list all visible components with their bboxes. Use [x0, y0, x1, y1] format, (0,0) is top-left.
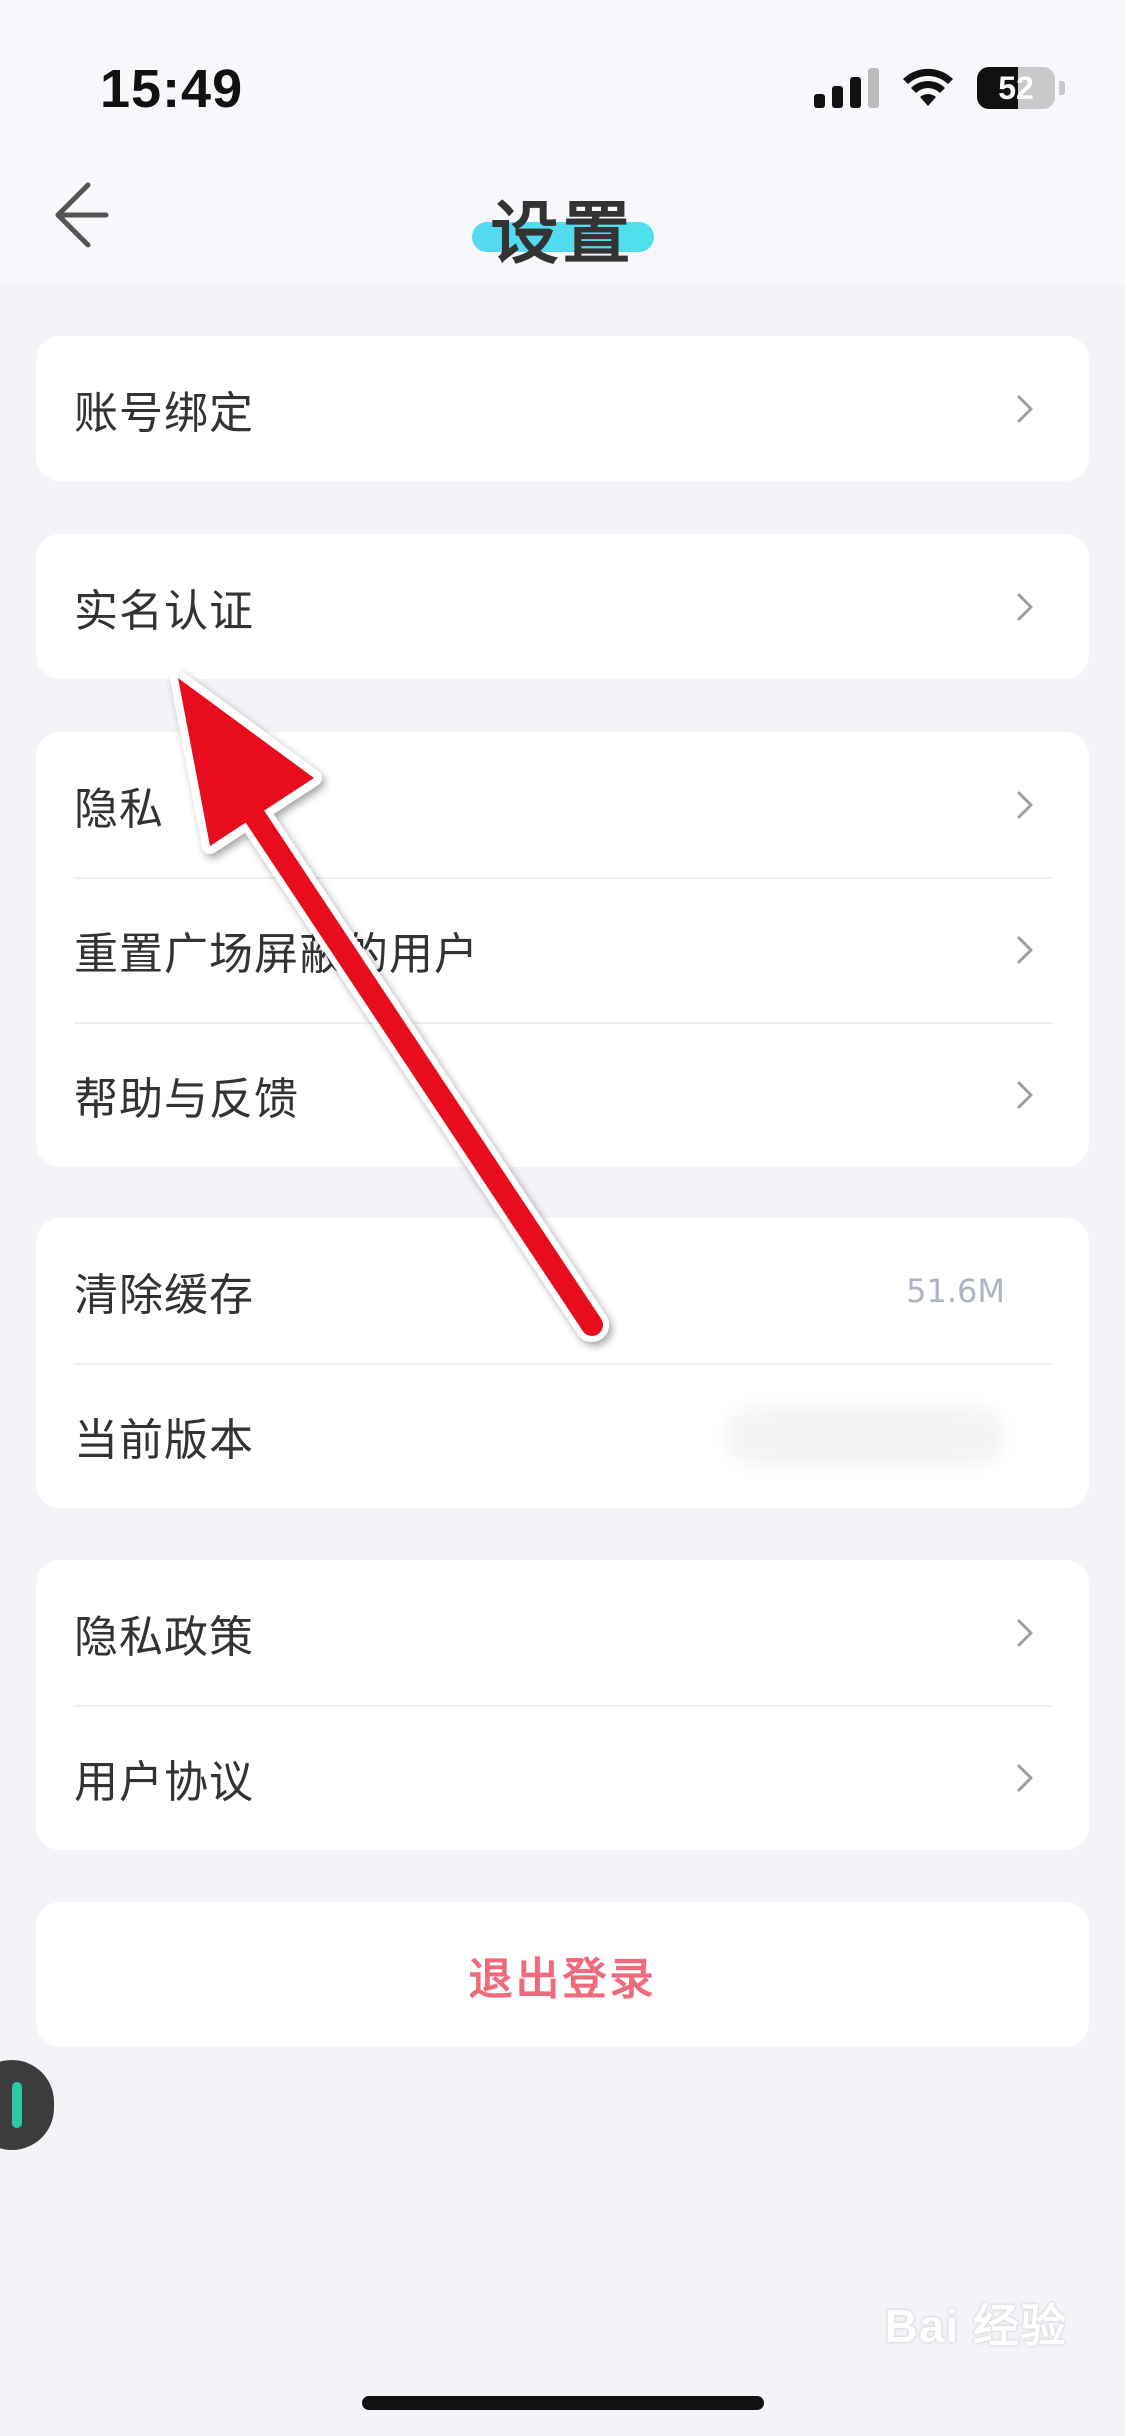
current-version-row: 当前版本 [36, 1363, 1089, 1508]
privacy-row[interactable]: 隐私 [36, 732, 1089, 877]
help-feedback-row[interactable]: 帮助与反馈 [36, 1022, 1089, 1167]
status-icons: 52 [814, 64, 1065, 112]
logout-label: 退出登录 [468, 1953, 657, 2005]
logout-button[interactable]: 退出登录 [36, 1902, 1089, 2047]
cache-size-value: 51.6M [906, 1271, 1005, 1310]
baidu-watermark: Bai 经验 [884, 2300, 1067, 2352]
clear-cache-row[interactable]: 清除缓存 51.6M [36, 1218, 1089, 1363]
wifi-icon [903, 68, 953, 106]
battery-percentage: 52 [998, 69, 1034, 106]
row-label: 隐私 [74, 783, 164, 835]
row-label: 用户协议 [74, 1756, 254, 1808]
row-label: 隐私政策 [74, 1611, 254, 1663]
user-agreement-row[interactable]: 用户协议 [36, 1705, 1089, 1850]
settings-group-legal: 隐私政策 用户协议 [36, 1560, 1089, 1850]
chevron-right-icon [1017, 1081, 1033, 1108]
row-label: 当前版本 [74, 1414, 254, 1466]
settings-group-privacy: 隐私 重置广场屏蔽的用户 帮助与反馈 [36, 732, 1089, 1167]
reset-blocked-users-row[interactable]: 重置广场屏蔽的用户 [36, 877, 1089, 1022]
home-indicator[interactable] [362, 2396, 764, 2410]
settings-group-storage: 清除缓存 51.6M 当前版本 [36, 1218, 1089, 1508]
chevron-right-icon [1017, 1619, 1033, 1646]
chevron-right-icon [1017, 936, 1033, 963]
row-label: 重置广场屏蔽的用户 [74, 928, 479, 980]
privacy-policy-row[interactable]: 隐私政策 [36, 1560, 1089, 1705]
page-title: 设置 [490, 195, 635, 274]
status-bar: 15:49 52 [0, 0, 1125, 150]
real-name-verification-row[interactable]: 实名认证 [36, 534, 1089, 679]
account-binding-row[interactable]: 账号绑定 [36, 336, 1089, 481]
chevron-right-icon [1017, 1764, 1033, 1791]
battery-icon: 52 [977, 67, 1055, 109]
chevron-right-icon [1017, 395, 1033, 422]
cellular-signal-icon [814, 68, 879, 108]
row-label: 帮助与反馈 [74, 1073, 299, 1125]
settings-group-account: 账号绑定 [36, 336, 1089, 481]
version-value-blurred [725, 1405, 1005, 1466]
row-label: 账号绑定 [74, 387, 254, 439]
floating-assistant-handle[interactable] [0, 2060, 54, 2150]
status-time: 15:49 [100, 59, 244, 119]
chevron-right-icon [1017, 791, 1033, 818]
chevron-right-icon [1017, 593, 1033, 620]
navigation-bar: 设置 [0, 150, 1125, 282]
settings-group-verification: 实名认证 [36, 534, 1089, 679]
row-label: 实名认证 [74, 585, 254, 637]
row-label: 清除缓存 [74, 1269, 254, 1321]
